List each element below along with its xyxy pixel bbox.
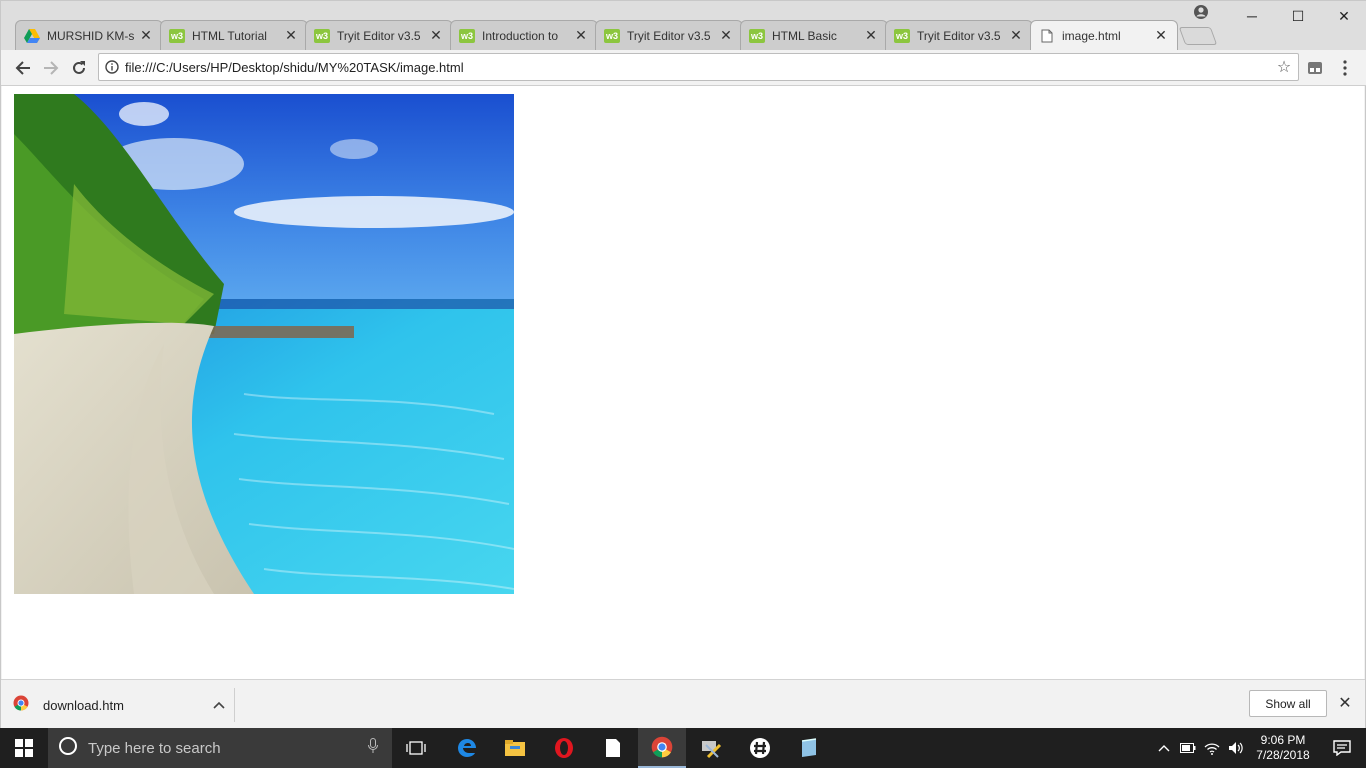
clock-time: 9:06 PM (1260, 733, 1306, 747)
minimize-icon[interactable]: ─ (1229, 1, 1275, 31)
profile-icon[interactable] (1193, 4, 1209, 20)
taskbar-search-box[interactable]: Type here to search (48, 728, 392, 768)
info-icon[interactable] (99, 60, 125, 74)
task-view-icon[interactable] (392, 728, 440, 768)
taskbar: Type here to search 9:06 PM 7/28/2018 (0, 728, 1366, 768)
new-tab-button[interactable] (1178, 27, 1218, 45)
download-item[interactable]: download.htm (13, 688, 235, 722)
close-tab-icon[interactable]: ✕ (1008, 27, 1024, 44)
file-explorer-icon[interactable] (491, 728, 539, 768)
close-tab-icon[interactable]: ✕ (863, 27, 879, 44)
start-button[interactable] (0, 728, 48, 768)
search-placeholder: Type here to search (88, 739, 221, 757)
tab-tryit-2[interactable]: w3 Tryit Editor v3.5 ✕ (595, 20, 743, 50)
tab-title: HTML Basic (772, 28, 837, 43)
chrome-taskbar-icon[interactable] (638, 728, 686, 768)
slack-icon[interactable] (736, 728, 784, 768)
edge-icon[interactable] (443, 728, 491, 768)
reload-icon[interactable] (65, 54, 93, 82)
download-shelf: download.htm Show all ✕ (1, 679, 1365, 728)
opera-icon[interactable] (540, 728, 588, 768)
menu-kebab-icon[interactable] (1331, 54, 1359, 82)
show-all-button[interactable]: Show all (1249, 690, 1327, 717)
tools-icon[interactable] (687, 728, 735, 768)
notepad-icon[interactable] (785, 728, 833, 768)
beach-image (14, 94, 514, 594)
microphone-icon[interactable] (368, 737, 378, 759)
tab-title: Tryit Editor v3.5 (917, 28, 1001, 43)
notification-icon[interactable] (1318, 728, 1366, 768)
url-text: file:///C:/Users/HP/Desktop/shidu/MY%20T… (125, 59, 464, 75)
close-tab-icon[interactable]: ✕ (573, 27, 589, 44)
volume-icon[interactable] (1224, 728, 1248, 768)
back-icon[interactable] (9, 54, 37, 82)
tab-html-basic[interactable]: w3 HTML Basic ✕ (740, 20, 888, 50)
w3schools-icon: w3 (314, 28, 330, 43)
close-tab-icon[interactable]: ✕ (428, 27, 444, 44)
tab-title: Tryit Editor v3.5 (337, 28, 421, 43)
chevron-up-icon[interactable] (204, 698, 234, 712)
close-tab-icon[interactable]: ✕ (1153, 27, 1169, 44)
tab-tryit-3[interactable]: w3 Tryit Editor v3.5 ✕ (885, 20, 1033, 50)
close-tab-icon[interactable]: ✕ (718, 27, 734, 44)
tab-title: image.html (1062, 28, 1121, 43)
clock[interactable]: 9:06 PM 7/28/2018 (1248, 733, 1318, 763)
bookmark-star-icon[interactable]: ☆ (1270, 57, 1298, 77)
document-icon[interactable] (589, 728, 637, 768)
tab-strip: MURSHID KM-s ✕ w3 HTML Tutorial ✕ w3 Try… (1, 1, 1366, 50)
cortana-icon (58, 736, 78, 761)
forward-icon[interactable] (37, 54, 65, 82)
chevron-up-icon[interactable] (1152, 728, 1176, 768)
tab-introduction[interactable]: w3 Introduction to ✕ (450, 20, 598, 50)
windows-icon (15, 739, 33, 757)
chrome-icon (13, 695, 29, 716)
google-drive-icon (24, 28, 40, 44)
browser-toolbar: file:///C:/Users/HP/Desktop/shidu/MY%20T… (1, 50, 1366, 86)
close-tab-icon[interactable]: ✕ (138, 27, 154, 44)
browser-window: MURSHID KM-s ✕ w3 HTML Tutorial ✕ w3 Try… (0, 0, 1366, 728)
tab-title: HTML Tutorial (192, 28, 267, 43)
w3schools-icon: w3 (169, 28, 185, 43)
tab-image-html[interactable]: image.html ✕ (1030, 20, 1178, 50)
page-content (2, 86, 1364, 679)
w3schools-icon: w3 (604, 28, 620, 43)
w3schools-icon: w3 (749, 28, 765, 43)
w3schools-icon: w3 (459, 28, 475, 43)
clock-date: 7/28/2018 (1256, 748, 1310, 762)
system-tray: 9:06 PM 7/28/2018 (1152, 728, 1366, 768)
w3schools-icon: w3 (894, 28, 910, 43)
address-bar[interactable]: file:///C:/Users/HP/Desktop/shidu/MY%20T… (98, 53, 1299, 81)
battery-icon[interactable] (1176, 728, 1200, 768)
tab-title: MURSHID KM-s (47, 28, 135, 43)
wifi-icon[interactable] (1200, 728, 1224, 768)
tab-tryit-1[interactable]: w3 Tryit Editor v3.5 ✕ (305, 20, 453, 50)
tab-title: Introduction to (482, 28, 559, 43)
extension-icon[interactable] (1301, 54, 1329, 82)
window-controls: ─ ☐ ✕ (1229, 1, 1366, 31)
download-file-name: download.htm (43, 697, 124, 713)
file-icon (1039, 28, 1055, 44)
tab-title: Tryit Editor v3.5 (627, 28, 711, 43)
tab-murshid[interactable]: MURSHID KM-s ✕ (15, 20, 163, 50)
tab-html-tutorial[interactable]: w3 HTML Tutorial ✕ (160, 20, 308, 50)
close-shelf-icon[interactable]: ✕ (1335, 693, 1355, 713)
close-window-icon[interactable]: ✕ (1321, 1, 1366, 31)
maximize-icon[interactable]: ☐ (1275, 1, 1321, 31)
close-tab-icon[interactable]: ✕ (283, 27, 299, 44)
